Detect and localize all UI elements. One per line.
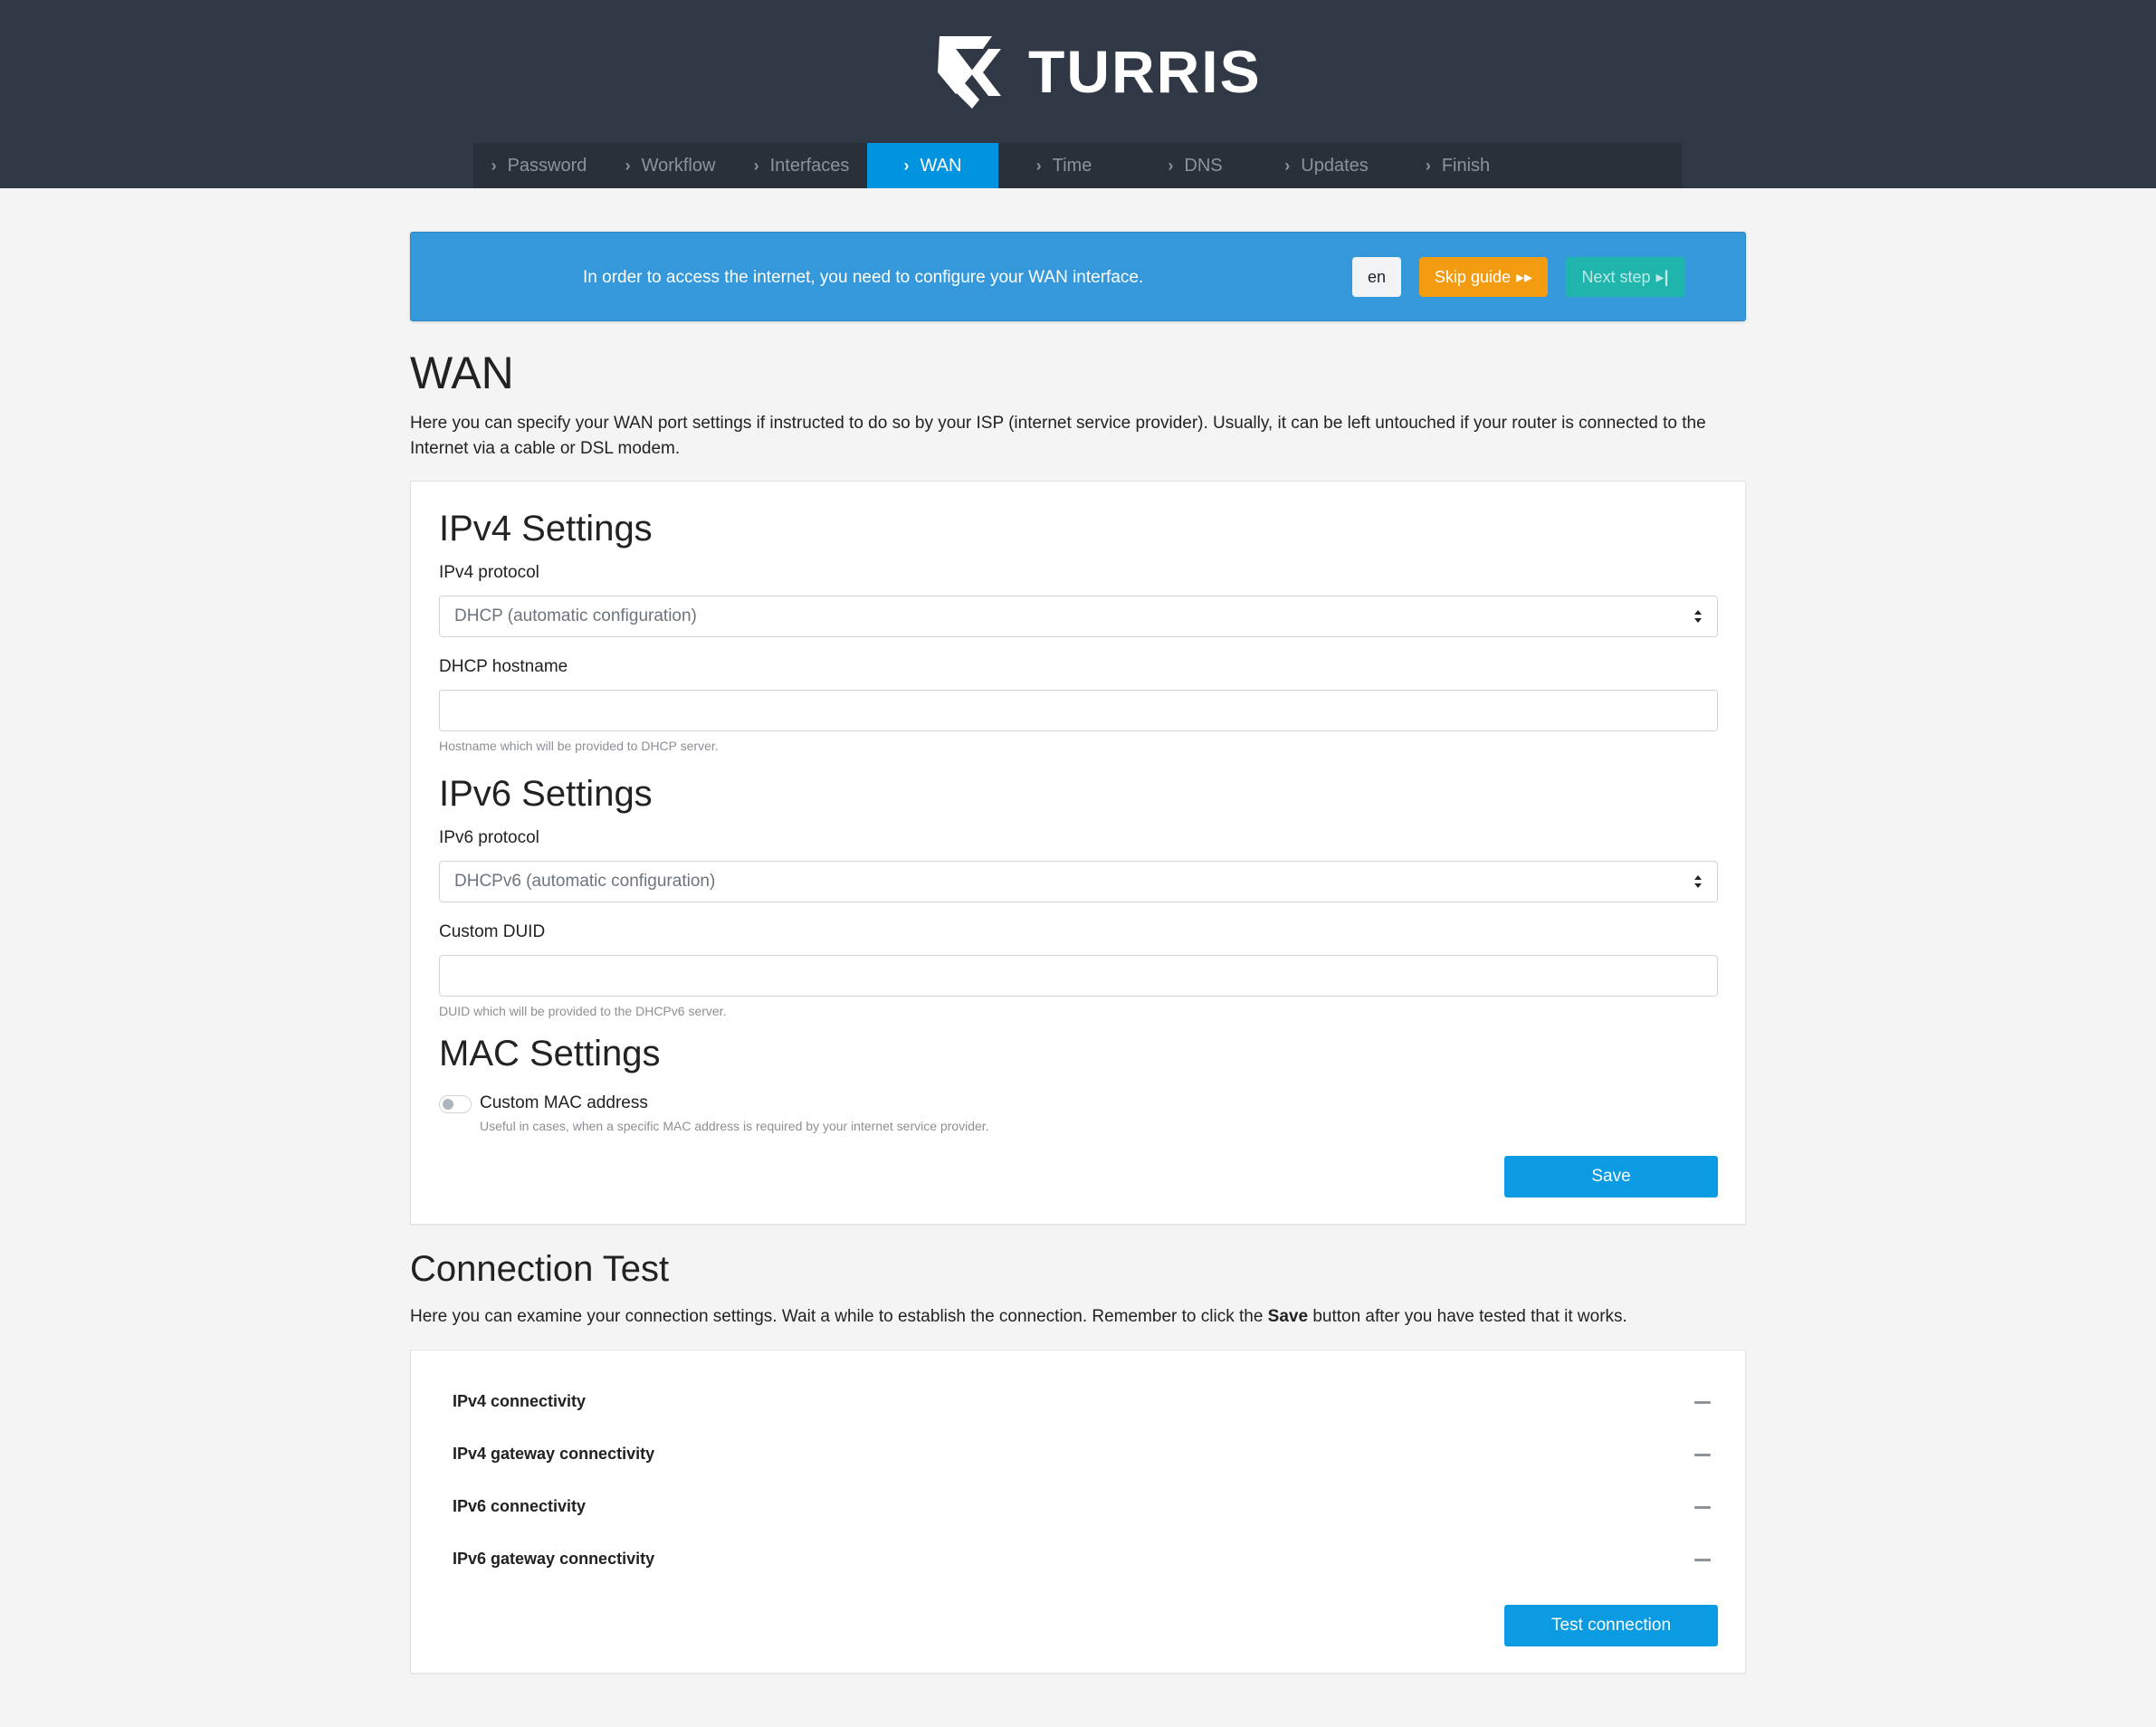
toggle-knob bbox=[443, 1099, 453, 1110]
brand-logo: TURRIS bbox=[929, 31, 1262, 112]
mac-heading: MAC Settings bbox=[439, 1034, 661, 1073]
save-button[interactable]: Save bbox=[1504, 1156, 1718, 1197]
test-row: IPv4 gateway connectivity bbox=[453, 1441, 1711, 1468]
ipv6-protocol-select[interactable]: DHCPv6 (automatic configuration) bbox=[439, 861, 1718, 902]
brand-name: TURRIS bbox=[1028, 38, 1262, 105]
dhcp-hostname-input[interactable] bbox=[439, 690, 1718, 731]
next-step-button[interactable]: Next step ▸| bbox=[1565, 257, 1685, 297]
ipv4-heading: IPv4 Settings bbox=[439, 509, 653, 549]
fast-forward-icon: ▸▸ bbox=[1515, 267, 1533, 286]
test-label: IPv6 connectivity bbox=[453, 1497, 587, 1515]
top-header: TURRIS › Password › Workflow › Interfaces ›… bbox=[0, 0, 2156, 188]
chevron-right-icon: › bbox=[903, 156, 910, 175]
chevron-right-icon: › bbox=[1168, 156, 1174, 175]
ipv6-protocol-label: IPv6 protocol bbox=[439, 828, 539, 847]
step-dns[interactable]: › DNS bbox=[1130, 143, 1261, 188]
connection-test-card: IPv4 connectivity IPv4 gateway connectiv… bbox=[410, 1350, 1746, 1674]
skip-guide-button[interactable]: Skip guide ▸▸ bbox=[1419, 257, 1548, 297]
ipv6-heading: IPv6 Settings bbox=[439, 774, 653, 814]
select-arrows-icon bbox=[1694, 610, 1702, 623]
connection-test-title: Connection Test bbox=[410, 1249, 670, 1289]
test-row: IPv6 connectivity bbox=[453, 1493, 1711, 1521]
turris-logo-icon bbox=[938, 36, 1001, 109]
test-connection-button[interactable]: Test connection bbox=[1504, 1605, 1718, 1646]
chevron-right-icon: › bbox=[1284, 156, 1291, 175]
guide-alert: In order to access the internet, you nee… bbox=[410, 232, 1746, 321]
test-label: IPv6 gateway connectivity bbox=[453, 1550, 655, 1568]
wan-settings-card: IPv4 Settings IPv4 protocol DHCP (automa… bbox=[410, 481, 1746, 1225]
chevron-right-icon: › bbox=[491, 156, 497, 175]
chevron-right-icon: › bbox=[753, 156, 759, 175]
step-workflow[interactable]: › Workflow bbox=[605, 143, 736, 188]
connection-test-description: Here you can examine your connection set… bbox=[410, 1307, 1627, 1326]
language-button[interactable]: en bbox=[1352, 257, 1401, 297]
test-label: IPv4 connectivity bbox=[453, 1392, 587, 1410]
test-row: IPv6 gateway connectivity bbox=[453, 1546, 1711, 1573]
ipv4-protocol-select[interactable]: DHCP (automatic configuration) bbox=[439, 596, 1718, 637]
status-unknown-icon bbox=[1694, 1559, 1711, 1561]
test-label: IPv4 gateway connectivity bbox=[453, 1445, 655, 1463]
chevron-right-icon: › bbox=[1425, 156, 1431, 175]
status-unknown-icon bbox=[1694, 1401, 1711, 1404]
custom-mac-help: Useful in cases, when a specific MAC add… bbox=[480, 1119, 989, 1133]
custom-mac-label: Custom MAC address bbox=[480, 1093, 648, 1112]
status-unknown-icon bbox=[1694, 1454, 1711, 1456]
step-finish[interactable]: › Finish bbox=[1392, 143, 1523, 188]
select-arrows-icon bbox=[1694, 875, 1702, 888]
step-forward-icon: ▸| bbox=[1655, 267, 1669, 286]
chevron-right-icon: › bbox=[625, 156, 631, 175]
guide-steps-nav: › Password › Workflow › Interfaces › WAN › Ti… bbox=[473, 143, 1682, 188]
custom-duid-input[interactable] bbox=[439, 955, 1718, 997]
custom-duid-help: DUID which will be provided to the DHCPv… bbox=[439, 1004, 727, 1018]
dhcp-hostname-help: Hostname which will be provided to DHCP … bbox=[439, 739, 719, 753]
page-description: Here you can specify your WAN port setti… bbox=[410, 414, 1706, 458]
custom-mac-toggle[interactable] bbox=[439, 1095, 472, 1113]
chevron-right-icon: › bbox=[1035, 156, 1042, 175]
ipv4-protocol-label: IPv4 protocol bbox=[439, 563, 539, 582]
step-password[interactable]: › Password bbox=[473, 143, 605, 188]
custom-duid-label: Custom DUID bbox=[439, 922, 546, 941]
step-interfaces[interactable]: › Interfaces bbox=[736, 143, 867, 188]
dhcp-hostname-label: DHCP hostname bbox=[439, 657, 568, 676]
step-time[interactable]: › Time bbox=[998, 143, 1130, 188]
step-updates[interactable]: › Updates bbox=[1261, 143, 1392, 188]
step-wan[interactable]: › WAN bbox=[867, 143, 998, 188]
guide-message: In order to access the internet, you nee… bbox=[583, 268, 1144, 287]
page-title: WAN bbox=[410, 348, 514, 398]
status-unknown-icon bbox=[1694, 1506, 1711, 1509]
test-row: IPv4 connectivity bbox=[453, 1388, 1711, 1416]
